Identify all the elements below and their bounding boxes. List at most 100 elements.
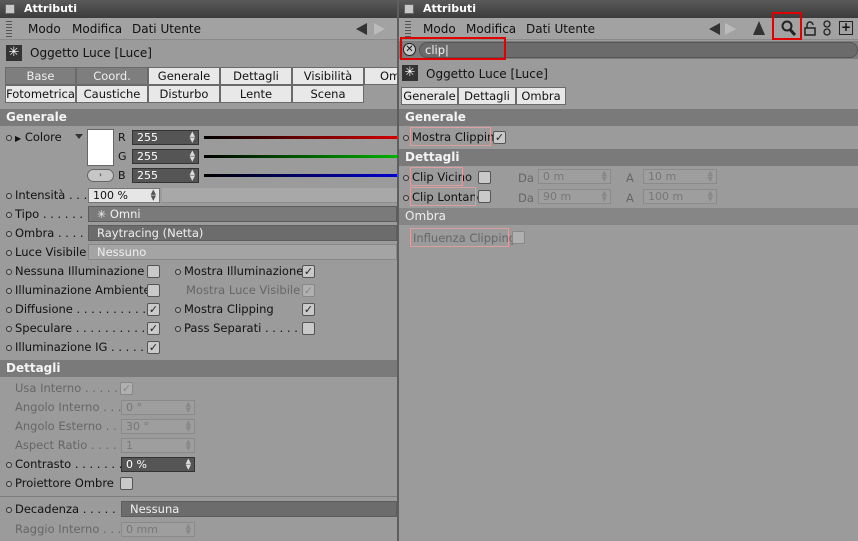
pass-sep-checkbox[interactable]	[302, 322, 315, 335]
panel-menu-icon[interactable]	[404, 4, 414, 14]
g-field[interactable]: 255 ▲ ▼	[132, 149, 199, 164]
contrasto-field[interactable]: 0 % ▲ ▼	[121, 457, 195, 472]
usa-interno-checkbox[interactable]: ✓	[120, 382, 133, 395]
animation-dot-icon[interactable]	[6, 461, 12, 468]
mostra-clip-checkbox[interactable]: ✓	[302, 303, 315, 316]
stepper-icon[interactable]: ▲ ▼	[186, 401, 191, 414]
animation-dot-icon[interactable]	[6, 192, 12, 199]
mostra-clip-checkbox[interactable]: ✓	[493, 131, 506, 144]
tab-dettagli[interactable]: Dettagli	[458, 87, 516, 105]
section-generale[interactable]: Generale	[0, 109, 397, 126]
decadenza-dropdown[interactable]: Nessuna	[121, 501, 397, 517]
tab-fotometrica[interactable]: Fotometrica	[5, 85, 76, 103]
clip-lontano-a-field[interactable]: 100 m ▲ ▼	[643, 189, 717, 204]
color-swatch[interactable]	[87, 129, 114, 166]
lock-icon[interactable]	[804, 21, 816, 36]
stepper-icon[interactable]: ▲ ▼	[190, 169, 195, 182]
tab-base[interactable]: Base	[5, 67, 76, 85]
animation-dot-icon[interactable]	[6, 211, 12, 218]
section-generale[interactable]: Generale	[399, 109, 858, 126]
forward-arrow-icon[interactable]	[725, 23, 736, 35]
animation-dot-icon[interactable]	[6, 306, 12, 313]
b-slider[interactable]	[204, 174, 397, 177]
tab-lente[interactable]: Lente	[220, 85, 292, 103]
menu-modifica[interactable]: Modifica	[72, 22, 122, 36]
animation-dot-icon[interactable]	[6, 480, 12, 487]
ill-ig-checkbox[interactable]: ✓	[147, 341, 160, 354]
animation-dot-icon[interactable]	[175, 306, 181, 313]
menu-modo[interactable]: Modo	[28, 22, 61, 36]
new-window-icon[interactable]: +	[839, 21, 853, 35]
stepper-icon[interactable]: ▲ ▼	[151, 189, 156, 202]
stepper-icon[interactable]: ▲ ▼	[190, 131, 195, 144]
animation-dot-icon[interactable]	[6, 230, 12, 237]
menu-dati-utente[interactable]: Dati Utente	[526, 22, 595, 36]
stepper-icon[interactable]: ▲ ▼	[186, 420, 191, 433]
stepper-icon[interactable]: ▲ ▼	[186, 523, 191, 536]
animation-dot-icon[interactable]	[6, 325, 12, 332]
angolo-est-field[interactable]: 30 ° ▲ ▼	[121, 419, 195, 434]
tab-disturbo[interactable]: Disturbo	[148, 85, 220, 103]
stepper-icon[interactable]: ▲ ▼	[708, 190, 713, 203]
tab-generale[interactable]: Generale	[401, 87, 458, 105]
proiettore-checkbox[interactable]	[120, 477, 133, 490]
stepper-icon[interactable]: ▲ ▼	[186, 458, 191, 471]
expand-arrow-icon[interactable]: ▶	[15, 134, 21, 143]
animation-dot-icon[interactable]	[6, 287, 12, 294]
clip-lontano-checkbox[interactable]	[478, 190, 491, 203]
intensita-field[interactable]: 100 % ▲ ▼	[88, 188, 160, 203]
r-slider[interactable]	[204, 136, 397, 139]
tab-ombra[interactable]: Ombra	[516, 87, 566, 105]
menu-dati-utente[interactable]: Dati Utente	[132, 22, 201, 36]
nessuna-checkbox[interactable]	[147, 265, 160, 278]
stepper-icon[interactable]: ▲ ▼	[186, 439, 191, 452]
stepper-icon[interactable]: ▲ ▼	[190, 150, 195, 163]
animation-dot-icon[interactable]	[403, 194, 409, 201]
animation-dot-icon[interactable]	[175, 325, 181, 332]
up-arrow-icon[interactable]	[753, 21, 765, 35]
animation-dot-icon[interactable]	[175, 268, 181, 275]
menu-modo[interactable]: Modo	[423, 22, 456, 36]
g-slider[interactable]	[204, 155, 397, 158]
color-mode-button[interactable]: ›	[87, 169, 114, 182]
animation-dot-icon[interactable]	[403, 174, 409, 181]
b-field[interactable]: 255 ▲ ▼	[132, 168, 199, 183]
tipo-dropdown[interactable]: ✳ Omni	[88, 206, 397, 222]
clip-lontano-da-field[interactable]: 90 m ▲ ▼	[538, 189, 611, 204]
panel-menu-icon[interactable]	[5, 4, 15, 14]
section-dettagli[interactable]: Dettagli	[399, 149, 858, 166]
tab-dettagli[interactable]: Dettagli	[220, 67, 292, 85]
animation-dot-icon[interactable]	[403, 134, 409, 141]
ill-amb-checkbox[interactable]	[147, 284, 160, 297]
tab-ombra[interactable]: Om	[364, 67, 397, 85]
animation-dot-icon[interactable]	[6, 268, 12, 275]
stepper-icon[interactable]: ▲ ▼	[602, 190, 607, 203]
clip-vicino-da-field[interactable]: 0 m ▲ ▼	[538, 169, 611, 184]
forward-arrow-icon[interactable]	[374, 23, 385, 35]
clip-vicino-a-field[interactable]: 10 m ▲ ▼	[643, 169, 717, 184]
tab-caustiche[interactable]: Caustiche	[76, 85, 148, 103]
stepper-icon[interactable]: ▲ ▼	[708, 170, 713, 183]
link-icon[interactable]	[823, 20, 831, 36]
animation-dot-icon[interactable]	[6, 506, 12, 513]
tab-generale[interactable]: Generale	[148, 67, 220, 85]
aspect-field[interactable]: 1 ▲ ▼	[121, 438, 195, 453]
clip-vicino-checkbox[interactable]	[478, 171, 491, 184]
intensita-slider[interactable]	[162, 188, 397, 203]
back-arrow-icon[interactable]	[709, 23, 720, 35]
speculare-checkbox[interactable]: ✓	[147, 322, 160, 335]
back-arrow-icon[interactable]	[356, 23, 367, 35]
raggio-field[interactable]: 0 mm ▲ ▼	[121, 522, 195, 537]
animation-dot-icon[interactable]	[6, 249, 12, 256]
section-dettagli[interactable]: Dettagli	[0, 360, 397, 377]
colore-dropdown-arrow-icon[interactable]	[75, 134, 83, 139]
tab-scena[interactable]: Scena	[292, 85, 364, 103]
stepper-icon[interactable]: ▲ ▼	[602, 170, 607, 183]
r-field[interactable]: 255 ▲ ▼	[132, 130, 199, 145]
animation-dot-icon[interactable]	[6, 344, 12, 351]
influenza-checkbox[interactable]	[512, 231, 525, 244]
luce-visibile-dropdown[interactable]: Nessuno	[88, 244, 397, 260]
tab-coord[interactable]: Coord.	[76, 67, 148, 85]
tab-visibilita[interactable]: Visibilità	[292, 67, 364, 85]
mostra-ill-checkbox[interactable]: ✓	[302, 265, 315, 278]
